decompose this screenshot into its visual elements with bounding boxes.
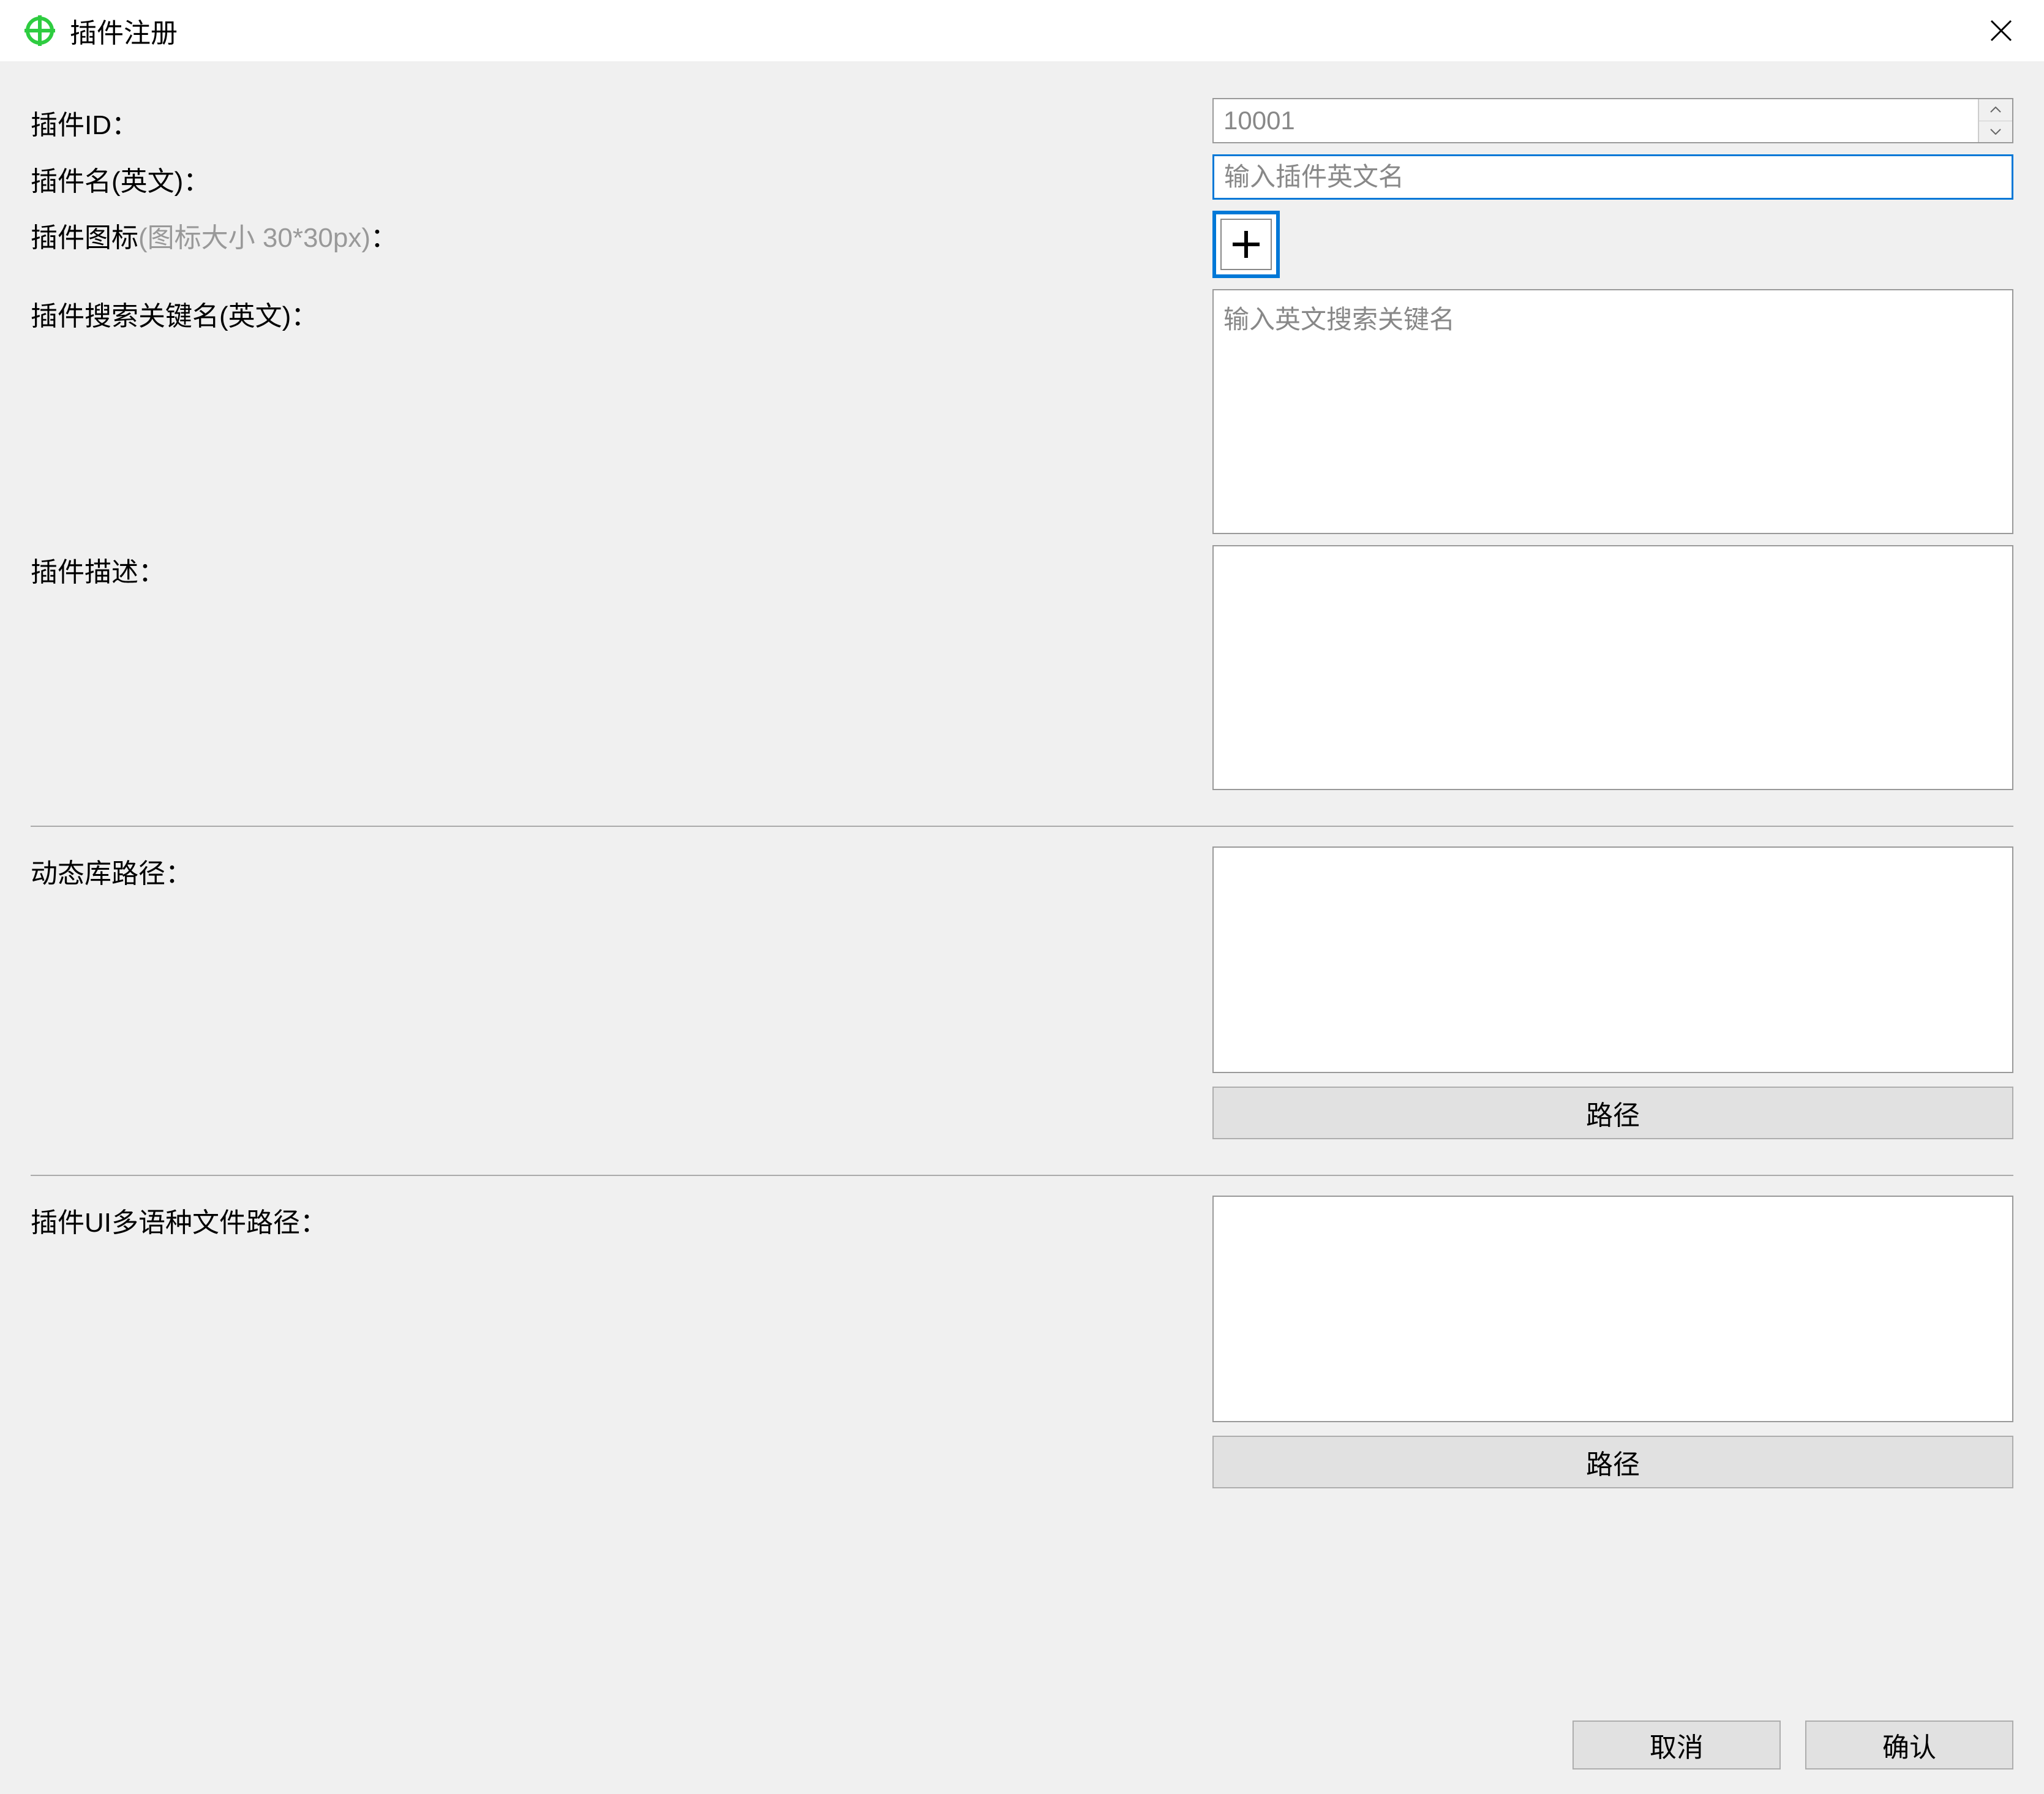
label-plugin-icon-hint: (图标大小 30*30px) — [138, 216, 370, 255]
form-content: 插件ID： 插件名(英文)： — [0, 61, 2044, 1703]
spinner-up-button[interactable] — [1979, 99, 2012, 121]
dialog-footer: 取消 确认 — [0, 1703, 2044, 1794]
add-icon-inner — [1220, 219, 1272, 270]
label-plugin-icon-colon: ： — [370, 216, 397, 255]
spinner-buttons — [1978, 99, 2012, 142]
divider-1 — [31, 826, 2013, 827]
label-ui-lang-path: 插件UI多语种文件路径： — [31, 1196, 1212, 1240]
add-icon-button[interactable] — [1212, 211, 1280, 278]
plus-icon — [1229, 227, 1263, 262]
row-plugin-name: 插件名(英文)： — [31, 154, 2013, 200]
plugin-id-input[interactable] — [1214, 99, 1978, 142]
label-dll-path: 动态库路径： — [31, 846, 1212, 891]
row-plugin-id: 插件ID： — [31, 98, 2013, 143]
label-plugin-id: 插件ID： — [31, 98, 1212, 142]
app-icon — [24, 15, 55, 46]
search-keywords-textarea[interactable] — [1212, 289, 2013, 534]
dll-path-browse-button[interactable]: 路径 — [1212, 1087, 2013, 1139]
spinner-down-button[interactable] — [1979, 121, 2012, 143]
plugin-id-spinner[interactable] — [1212, 98, 2013, 143]
label-plugin-icon: 插件图标 (图标大小 30*30px) ： — [31, 211, 1212, 255]
label-search-keywords: 插件搜索关键名(英文)： — [31, 289, 1212, 333]
row-search-keywords: 插件搜索关键名(英文)： — [31, 289, 2013, 534]
ui-lang-path-browse-button[interactable]: 路径 — [1212, 1436, 2013, 1488]
chevron-up-icon — [1990, 107, 2001, 113]
label-plugin-icon-text: 插件图标 — [31, 216, 138, 255]
titlebar: 插件注册 — [0, 0, 2044, 61]
plugin-name-input[interactable] — [1212, 154, 2013, 200]
divider-2 — [31, 1175, 2013, 1176]
plugin-register-dialog: 插件注册 插件ID： — [0, 0, 2044, 1794]
ui-lang-path-textarea[interactable] — [1212, 1196, 2013, 1422]
label-description: 插件描述： — [31, 545, 1212, 589]
row-dll-path: 动态库路径： 路径 — [31, 846, 2013, 1139]
row-plugin-icon: 插件图标 (图标大小 30*30px) ： — [31, 211, 2013, 278]
chevron-down-icon — [1990, 129, 2001, 135]
cancel-button[interactable]: 取消 — [1572, 1721, 1781, 1770]
close-icon — [1989, 18, 2013, 43]
close-button[interactable] — [1977, 6, 2026, 55]
description-textarea[interactable] — [1212, 545, 2013, 790]
label-plugin-name: 插件名(英文)： — [31, 154, 1212, 198]
confirm-button[interactable]: 确认 — [1805, 1721, 2013, 1770]
row-ui-lang-path: 插件UI多语种文件路径： 路径 — [31, 1196, 2013, 1488]
window-title: 插件注册 — [70, 11, 1977, 50]
dll-path-textarea[interactable] — [1212, 846, 2013, 1073]
row-description: 插件描述： — [31, 545, 2013, 790]
